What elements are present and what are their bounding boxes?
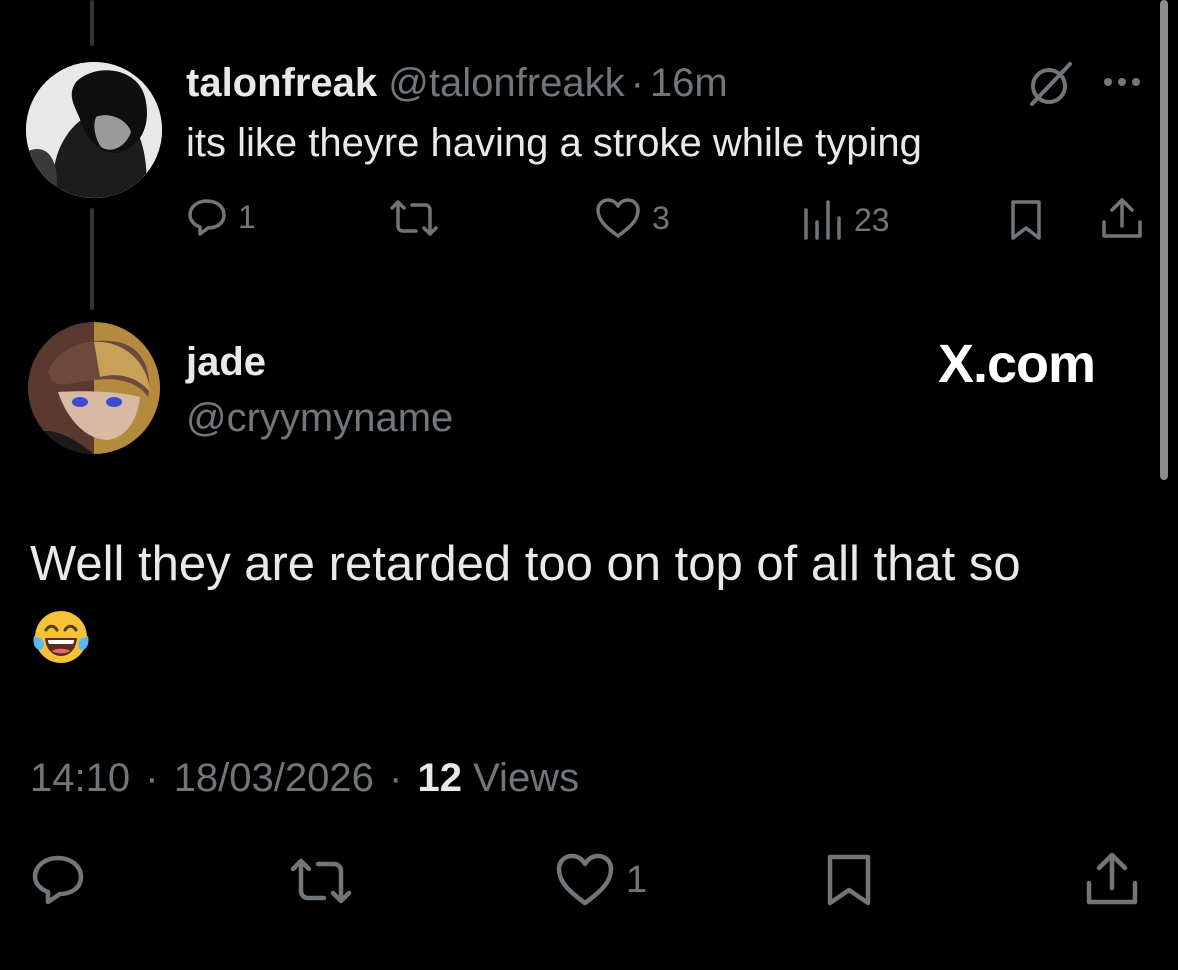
reply-time[interactable]: 16m xyxy=(650,61,728,105)
reply-header: talonfreak @talonfreakk · 16m xyxy=(186,58,728,108)
main-repost-button[interactable] xyxy=(288,856,354,906)
main-avatar[interactable] xyxy=(28,322,160,454)
meta-separator-2: · xyxy=(389,756,403,800)
x-com-watermark: X.com xyxy=(938,334,1096,394)
bookmark-icon xyxy=(827,854,871,906)
reply-bubble-icon xyxy=(188,199,226,236)
main-like-button[interactable]: 1 xyxy=(554,852,647,908)
heart-icon xyxy=(556,853,614,906)
reply-views-count: 23 xyxy=(854,201,890,238)
reply-handle[interactable]: @talonfreakk xyxy=(388,61,624,105)
reply-separator: · xyxy=(630,61,644,105)
main-share-button[interactable] xyxy=(1084,850,1140,908)
main-meta-line: 14:10 · 18/03/2026 · 12 Views xyxy=(30,752,579,804)
reply-bookmark-button[interactable] xyxy=(1006,198,1046,242)
heart-icon xyxy=(596,198,640,238)
main-time[interactable]: 14:10 xyxy=(30,756,130,800)
reply-display-name[interactable]: talonfreak xyxy=(186,61,377,105)
thread-line-top xyxy=(90,0,94,46)
reply-share-button[interactable] xyxy=(1100,196,1144,242)
reply-views-button[interactable]: 23 xyxy=(800,198,890,242)
share-icon xyxy=(1086,852,1138,905)
avatar-image xyxy=(28,322,160,454)
main-reply-button[interactable] xyxy=(30,852,86,906)
main-date[interactable]: 18/03/2026 xyxy=(174,756,374,800)
more-dots-icon[interactable] xyxy=(1100,68,1148,96)
bookmark-icon xyxy=(1011,200,1041,240)
main-views-label: Views xyxy=(473,756,580,800)
reply-count: 1 xyxy=(238,198,256,235)
reply-reply-button[interactable]: 1 xyxy=(186,196,256,238)
grok-icon[interactable] xyxy=(1024,58,1076,110)
thread-line-bottom xyxy=(90,208,94,310)
tweet-thread-view: talonfreak @talonfreakk · 16m its like the… xyxy=(0,0,1178,970)
repost-icon xyxy=(290,858,352,904)
avatar-image xyxy=(26,62,162,198)
reply-bubble-icon xyxy=(32,855,84,905)
reply-text: its like theyre having a stroke while ty… xyxy=(186,121,922,165)
views-chart-icon xyxy=(804,200,841,240)
main-handle[interactable]: @cryymyname xyxy=(186,392,453,444)
main-views-count: 12 xyxy=(417,756,462,800)
repost-icon xyxy=(390,200,438,236)
reply-like-count: 3 xyxy=(652,199,670,236)
main-text: Well they are retarded too on top of all… xyxy=(30,537,1021,591)
main-bookmark-button[interactable] xyxy=(822,852,876,908)
reply-like-button[interactable]: 3 xyxy=(594,196,670,240)
meta-separator-1: · xyxy=(145,756,159,800)
main-like-count: 1 xyxy=(626,858,648,901)
tears-of-joy-emoji xyxy=(30,606,92,668)
reply-repost-button[interactable] xyxy=(388,198,440,238)
share-icon xyxy=(1102,198,1142,238)
scrollbar[interactable] xyxy=(1160,0,1168,480)
main-display-name[interactable]: jade xyxy=(186,336,266,388)
reply-avatar[interactable] xyxy=(26,62,162,198)
